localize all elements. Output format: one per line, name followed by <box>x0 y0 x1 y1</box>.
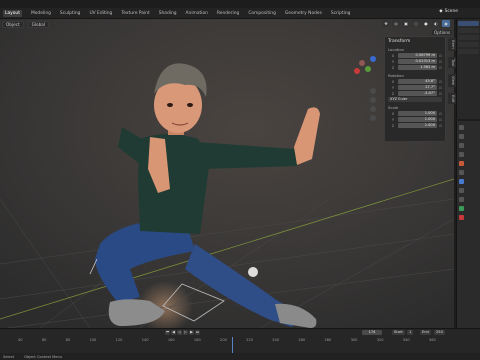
tab-item[interactable]: Item <box>448 38 456 51</box>
shading-controls: ✥ ◎ ▣ ○ ● ◐ ◉ <box>382 20 450 27</box>
end-label: End <box>420 330 431 335</box>
rotation-z-field[interactable]: -3.07° <box>398 91 437 96</box>
jump-end-icon[interactable]: ⏭ <box>195 330 200 335</box>
viewport-header: Object Global ✥ ◎ ▣ ○ ● ◐ ◉ <box>0 19 454 29</box>
rendered-shading-icon[interactable]: ◉ <box>442 20 450 27</box>
scene-icon: ◆ <box>439 9 443 14</box>
rotation-mode-select[interactable]: XYZ Euler <box>388 97 442 102</box>
playback-controls: ⏮ ◀ ◁ ▷ ▶ ⏭ 174 Start 1 End 250 <box>0 329 454 337</box>
material-properties-icon[interactable] <box>458 215 464 220</box>
tab-geometry-nodes[interactable]: Geometry Nodes <box>285 11 322 16</box>
properties-tab-rail <box>457 125 465 220</box>
location-label: Location <box>388 47 405 52</box>
constraint-properties-icon[interactable] <box>458 197 464 202</box>
xray-toggle-icon[interactable]: ▣ <box>402 20 410 27</box>
tab-view[interactable]: View <box>448 74 456 88</box>
lock-icon[interactable]: ⊡ <box>437 124 442 128</box>
light-gizmo-icon[interactable] <box>248 267 258 277</box>
end-frame-field[interactable]: 250 <box>434 330 445 335</box>
outliner-panel <box>456 19 480 119</box>
rotation-x-field[interactable]: 45.8° <box>398 79 437 84</box>
scale-x-field[interactable]: 1.000 <box>398 111 437 116</box>
scale-label: Scale <box>388 105 399 110</box>
wireframe-shading-icon[interactable]: ○ <box>412 20 420 27</box>
render-properties-icon[interactable] <box>458 134 464 139</box>
scale-y-field[interactable]: 1.000 <box>398 117 437 122</box>
workspace-tabs: Layout Modeling Sculpting UV Editing Tex… <box>0 8 480 19</box>
solid-shading-icon[interactable]: ● <box>422 20 430 27</box>
properties-panel <box>456 121 480 328</box>
rotation-y-field[interactable]: 27.7° <box>398 85 437 90</box>
tab-modeling[interactable]: Modeling <box>31 11 51 16</box>
world-properties-icon[interactable] <box>458 161 464 166</box>
jump-start-icon[interactable]: ⏮ <box>165 330 170 335</box>
next-key-icon[interactable]: ▶ <box>189 330 194 335</box>
scene-properties-icon[interactable] <box>458 152 464 157</box>
object-properties-icon[interactable] <box>458 170 464 175</box>
current-frame-field[interactable]: 174 <box>362 330 382 335</box>
outliner-row[interactable] <box>458 49 479 54</box>
output-properties-icon[interactable] <box>458 143 464 148</box>
mode-selector[interactable]: Object <box>2 20 24 28</box>
tab-tool[interactable]: Tool <box>448 56 456 69</box>
lock-icon[interactable]: ⊡ <box>437 54 442 58</box>
options-menu[interactable]: Options <box>432 30 453 35</box>
play-reverse-icon[interactable]: ◁ <box>177 330 182 335</box>
lock-icon[interactable]: ⊡ <box>437 112 442 116</box>
tab-sculpting[interactable]: Sculpting <box>60 11 81 16</box>
scale-z-field[interactable]: 1.000 <box>398 123 437 128</box>
physics-properties-icon[interactable] <box>458 188 464 193</box>
transform-panel: Transform Location X 0.56799 m ⊡ Y 0.02313 … <box>384 36 446 142</box>
outliner-row[interactable] <box>458 42 479 47</box>
location-z-field[interactable]: 1.562 m <box>398 65 437 70</box>
start-label: Start <box>392 330 405 335</box>
blender-window: Layout Modeling Sculpting UV Editing Tex… <box>0 0 480 360</box>
lock-icon[interactable]: ⊡ <box>437 66 442 70</box>
outliner-row[interactable] <box>458 28 479 33</box>
tab-scripting[interactable]: Scripting <box>331 11 351 16</box>
lock-icon[interactable]: ⊡ <box>437 118 442 122</box>
tool-properties-icon[interactable] <box>458 125 464 130</box>
tab-rendering[interactable]: Rendering <box>217 11 239 16</box>
material-shading-icon[interactable]: ◐ <box>432 20 440 27</box>
lock-icon[interactable]: ⊡ <box>437 92 442 96</box>
tab-uv-editing[interactable]: UV Editing <box>89 11 112 16</box>
lock-icon[interactable]: ⊡ <box>437 86 442 90</box>
tab-shading[interactable]: Shading <box>159 11 177 16</box>
scene-selector[interactable]: ◆ Scene <box>439 9 458 14</box>
tab-layout[interactable]: Layout <box>3 9 22 17</box>
outliner-row[interactable] <box>458 35 479 40</box>
lock-icon[interactable]: ⊡ <box>437 80 442 84</box>
modifier-properties-icon[interactable] <box>458 179 464 184</box>
frame-ruler[interactable]: 40 60 80 100 120 140 160 180 200 220 240… <box>0 338 454 344</box>
prev-key-icon[interactable]: ◀ <box>171 330 176 335</box>
panel-title[interactable]: Transform <box>388 39 442 44</box>
status-context-menu: Object Context Menu <box>24 354 63 359</box>
status-select: Select <box>3 354 15 359</box>
rotation-label: Rotation <box>388 73 404 78</box>
scene-label: Scene <box>444 9 458 14</box>
status-bar: Select Object Context Menu <box>0 353 480 360</box>
play-icon[interactable]: ▷ <box>183 330 188 335</box>
overlay-toggle-icon[interactable]: ◎ <box>392 20 400 27</box>
tab-animation[interactable]: Animation <box>186 11 208 16</box>
data-properties-icon[interactable] <box>458 206 464 211</box>
tab-edit[interactable]: Edit <box>448 93 456 105</box>
tab-compositing[interactable]: Compositing <box>248 11 276 16</box>
tab-texture-paint[interactable]: Texture Paint <box>121 11 149 16</box>
playback-buttons: ⏮ ◀ ◁ ▷ ▶ ⏭ <box>165 330 200 335</box>
location-x-field[interactable]: 0.56799 m <box>398 53 437 58</box>
location-y-field[interactable]: 0.02313 m <box>398 59 437 64</box>
outliner-row[interactable] <box>458 21 479 26</box>
orientation-selector[interactable]: Global <box>27 20 49 28</box>
start-frame-field[interactable]: 1 <box>407 330 414 335</box>
lock-icon[interactable]: ⊡ <box>437 60 442 64</box>
sidebar-tabs: Item Tool View Edit <box>448 38 456 105</box>
playhead[interactable] <box>232 337 233 354</box>
gizmo-toggle-icon[interactable]: ✥ <box>382 20 390 27</box>
